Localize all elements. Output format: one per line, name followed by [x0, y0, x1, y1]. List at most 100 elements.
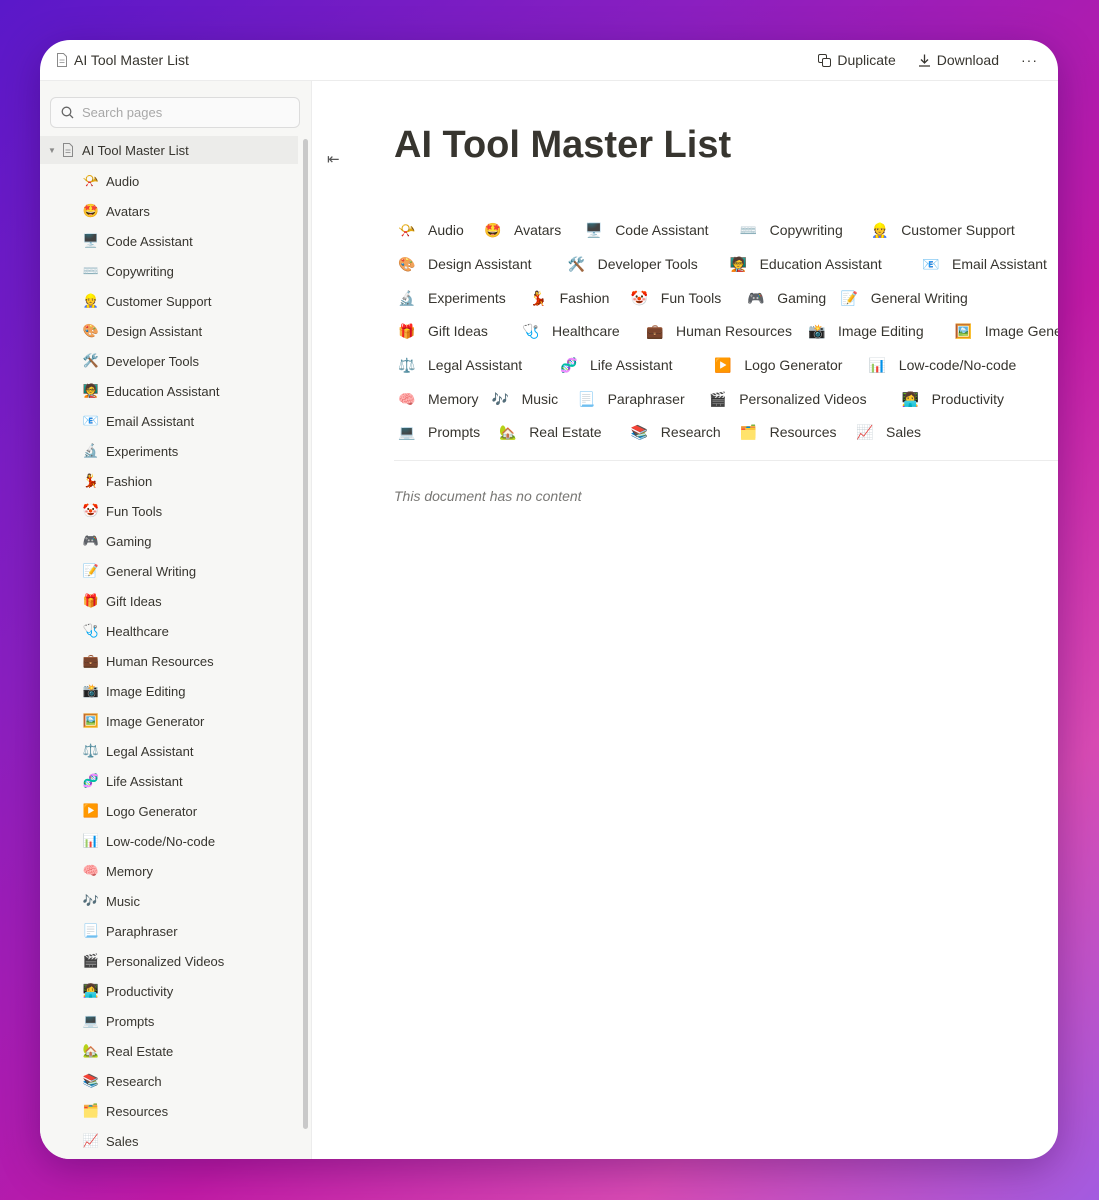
- sidebar-item[interactable]: 💻 Prompts: [82, 1010, 292, 1032]
- category-tag[interactable]: 🎮 Gaming: [743, 287, 826, 309]
- category-tag[interactable]: 🤩 Avatars: [480, 219, 561, 241]
- search-input[interactable]: [82, 105, 282, 120]
- sidebar-item[interactable]: 👩‍💻 Productivity: [82, 980, 292, 1002]
- category-tag[interactable]: 🖼️ Image Generator: [951, 320, 1058, 342]
- sidebar-item[interactable]: 🤡 Fun Tools: [82, 500, 292, 522]
- expand-toggle-icon[interactable]: ▼: [48, 146, 60, 155]
- category-tag[interactable]: 📧 Email Assistant: [918, 253, 1047, 275]
- category-tag[interactable]: 📝 General Writing: [837, 287, 968, 309]
- category-tag-label: Human Resources: [676, 323, 792, 339]
- category-tag-emoji-icon: 📸: [808, 322, 826, 339]
- sidebar-item[interactable]: 📯 Audio: [82, 170, 292, 192]
- sidebar-item[interactable]: 🛠️ Developer Tools: [82, 350, 292, 372]
- category-tag[interactable]: ▶️ Logo Generator: [710, 354, 842, 376]
- category-tag[interactable]: 🎁 Gift Ideas: [394, 320, 488, 342]
- sidebar-item[interactable]: ⌨️ Copywriting: [82, 260, 292, 282]
- sidebar: ▼ AI Tool Master List 📯 Audio 🤩 Avatars 🖥️ Co…: [40, 81, 312, 1159]
- category-tag[interactable]: 💻 Prompts: [394, 421, 480, 443]
- category-tag[interactable]: 🩺 Healthcare: [518, 320, 620, 342]
- category-tag-emoji-icon: 🤡: [630, 289, 649, 306]
- category-tag-label: Research: [660, 424, 721, 440]
- category-tag-label: Image Generator: [984, 323, 1058, 339]
- sidebar-item-emoji-icon: ▶️: [82, 803, 100, 818]
- category-tag-label: Fashion: [559, 290, 610, 306]
- sidebar-item[interactable]: 🎬 Personalized Videos: [82, 950, 292, 972]
- category-tag[interactable]: 📚 Research: [627, 421, 721, 443]
- sidebar-item[interactable]: 🧑‍🏫 Education Assistant: [82, 380, 292, 402]
- sidebar-item[interactable]: 🧠 Memory: [82, 860, 292, 882]
- sidebar-item[interactable]: 🎮 Gaming: [82, 530, 292, 552]
- category-tag[interactable]: 📊 Low-code/No-code: [865, 354, 1017, 376]
- sidebar-item[interactable]: 📚 Research: [82, 1070, 292, 1092]
- duplicate-button[interactable]: Duplicate: [818, 52, 896, 68]
- sidebar-item[interactable]: ⚖️ Legal Assistant: [82, 740, 292, 762]
- category-tag[interactable]: 🧬 Life Assistant: [556, 354, 673, 376]
- sidebar-item[interactable]: 🖼️ Image Generator: [82, 710, 292, 732]
- sidebar-item[interactable]: 🎨 Design Assistant: [82, 320, 292, 342]
- download-button[interactable]: Download: [918, 52, 999, 68]
- sidebar-item[interactable]: 🎶 Music: [82, 890, 292, 912]
- sidebar-item[interactable]: 📈 Sales: [82, 1130, 292, 1152]
- sidebar-item[interactable]: 🔬 Experiments: [82, 440, 292, 462]
- category-tag[interactable]: ⚖️ Legal Assistant: [394, 354, 522, 376]
- document-icon: [63, 143, 73, 157]
- sidebar-item[interactable]: 📝 General Writing: [82, 560, 292, 582]
- sidebar-item-label: Image Generator: [106, 713, 205, 729]
- sidebar-item[interactable]: 📃 Paraphraser: [82, 920, 292, 942]
- category-tag[interactable]: 📯 Audio: [394, 219, 464, 241]
- category-tag[interactable]: 📸 Image Editing: [804, 320, 924, 342]
- sidebar-item-label: Music: [106, 893, 140, 909]
- category-tag[interactable]: 📃 Paraphraser: [574, 388, 685, 410]
- sidebar-item[interactable]: 🗂️ Resources: [82, 1100, 292, 1122]
- category-tag[interactable]: 🛠️ Developer Tools: [564, 253, 698, 275]
- more-options-button[interactable]: ···: [1021, 52, 1038, 68]
- window-title: AI Tool Master List: [56, 52, 189, 68]
- category-tag[interactable]: 🔬 Experiments: [394, 287, 506, 309]
- sidebar-item-label: Avatars: [106, 203, 150, 219]
- sidebar-item[interactable]: 🩺 Healthcare: [82, 620, 292, 642]
- category-tag[interactable]: 🎬 Personalized Videos: [705, 388, 866, 410]
- sidebar-item[interactable]: 🏡 Real Estate: [82, 1040, 292, 1062]
- sidebar-item[interactable]: 👷 Customer Support: [82, 290, 292, 312]
- category-tag-label: Design Assistant: [428, 256, 532, 272]
- category-tag-label: Developer Tools: [597, 256, 698, 272]
- sidebar-item[interactable]: 🎁 Gift Ideas: [82, 590, 292, 612]
- category-tag-emoji-icon: 🤩: [484, 221, 502, 238]
- category-tag-label: General Writing: [870, 290, 968, 306]
- sidebar-root-page[interactable]: ▼ AI Tool Master List: [40, 136, 298, 164]
- category-tag[interactable]: 🎶 Music: [488, 388, 559, 410]
- category-tag-emoji-icon: 🖥️: [585, 221, 603, 238]
- sidebar-item[interactable]: 💼 Human Resources: [82, 650, 292, 672]
- sidebar-item-emoji-icon: 👷: [82, 293, 100, 308]
- sidebar-item[interactable]: 💃 Fashion: [82, 470, 292, 492]
- sidebar-item[interactable]: 🖥️ Code Assistant: [82, 230, 292, 252]
- category-tag-label: Gift Ideas: [428, 323, 488, 339]
- category-tag[interactable]: 🎨 Design Assistant: [394, 253, 532, 275]
- sidebar-item[interactable]: 🤩 Avatars: [82, 200, 292, 222]
- category-tag[interactable]: 🤡 Fun Tools: [627, 287, 721, 309]
- category-tag[interactable]: 🖥️ Code Assistant: [581, 219, 708, 241]
- category-tag[interactable]: 🧑‍🏫 Education Assistant: [726, 253, 882, 275]
- category-tag-label: Fun Tools: [660, 290, 722, 306]
- download-label: Download: [936, 52, 999, 68]
- collapse-sidebar-icon[interactable]: ⇤: [327, 150, 340, 168]
- category-tag[interactable]: 👩‍💻 Productivity: [898, 388, 1004, 410]
- category-tag[interactable]: 🏡 Real Estate: [495, 421, 601, 443]
- category-tag-label: Resources: [769, 424, 837, 440]
- category-tag[interactable]: 💼 Human Resources: [642, 320, 792, 342]
- sidebar-item-emoji-icon: 💼: [82, 653, 100, 668]
- sidebar-item-emoji-icon: 🛠️: [82, 353, 100, 368]
- sidebar-item[interactable]: 📧 Email Assistant: [82, 410, 292, 432]
- sidebar-item[interactable]: 📸 Image Editing: [82, 680, 292, 702]
- sidebar-item[interactable]: 📊 Low-code/No-code: [82, 830, 292, 852]
- category-tag[interactable]: 🗂️ Resources: [736, 421, 837, 443]
- category-tag[interactable]: 👷 Customer Support: [867, 219, 1015, 241]
- sidebar-item[interactable]: ▶️ Logo Generator: [82, 800, 292, 822]
- category-tag[interactable]: 🧠 Memory: [394, 388, 479, 410]
- category-tag[interactable]: 💃 Fashion: [526, 287, 610, 309]
- sidebar-item[interactable]: 🧬 Life Assistant: [82, 770, 292, 792]
- sidebar-item-emoji-icon: 🖼️: [82, 713, 100, 728]
- category-tag[interactable]: ⌨️ Copywriting: [736, 219, 843, 241]
- category-tag[interactable]: 📈 Sales: [852, 421, 921, 443]
- sidebar-scrollbar[interactable]: [303, 139, 308, 1129]
